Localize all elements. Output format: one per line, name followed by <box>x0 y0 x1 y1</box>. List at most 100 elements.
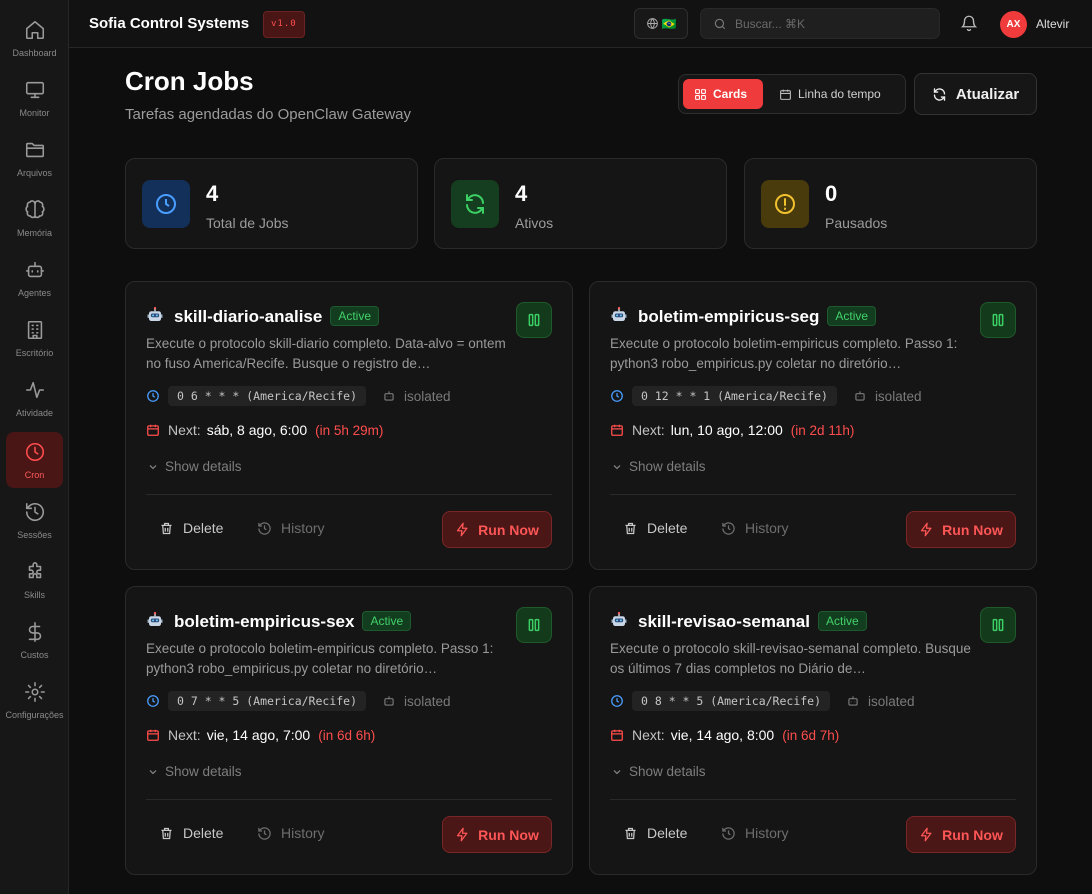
next-label: Next: <box>632 422 665 438</box>
pause-button[interactable] <box>980 607 1016 643</box>
history-icon <box>258 521 271 535</box>
show-details-toggle[interactable]: Show details <box>611 764 706 779</box>
next-run-relative: (in 6d 7h) <box>782 727 840 743</box>
show-details-toggle[interactable]: Show details <box>147 764 242 779</box>
calendar-icon <box>611 424 623 436</box>
next-run-relative: (in 5h 29m) <box>315 422 384 438</box>
sidebar-item-custos[interactable]: Custos <box>6 612 63 668</box>
job-card: skill-revisao-semanal Active Execute o pr… <box>589 586 1037 875</box>
session-label: isolated <box>868 693 915 709</box>
show-details-label: Show details <box>629 764 706 779</box>
history-button[interactable]: History <box>721 825 789 841</box>
sidebar-item-dashboard[interactable]: Dashboard <box>6 10 63 66</box>
delete-button[interactable]: Delete <box>623 520 687 536</box>
sidebar-item-arquivos[interactable]: Arquivos <box>6 130 63 186</box>
stat-value: 4 <box>515 181 528 206</box>
gear-icon <box>24 682 45 702</box>
bot-icon <box>25 261 44 278</box>
sidebar-item-agentes[interactable]: Agentes <box>6 250 63 306</box>
bell-icon[interactable] <box>960 14 978 32</box>
run-now-label: Run Now <box>942 826 1003 843</box>
sidebar-item-memoria[interactable]: Memória <box>6 190 63 246</box>
calendar-icon <box>780 89 791 100</box>
bot-icon <box>384 391 394 401</box>
avatar[interactable]: AX <box>1000 11 1027 38</box>
show-details-toggle[interactable]: Show details <box>611 459 706 474</box>
run-now-button[interactable]: Run Now <box>442 511 552 548</box>
divider <box>146 799 552 800</box>
history-button[interactable]: History <box>257 825 325 841</box>
robot-icon <box>147 307 163 321</box>
home-icon <box>25 20 44 40</box>
job-name-row: boletim-empiricus-seg Active <box>638 306 877 327</box>
globe-icon <box>646 18 658 29</box>
sidebar-item-skills[interactable]: Skills <box>6 552 63 608</box>
robot-icon <box>611 307 627 321</box>
pause-button[interactable] <box>980 302 1016 338</box>
calendar-icon <box>147 729 159 741</box>
run-now-label: Run Now <box>478 521 539 538</box>
job-card: skill-diario-analise Active Execute o pro… <box>125 281 573 570</box>
sidebar-item-cron[interactable]: Cron <box>6 432 63 488</box>
sidebar-item-atividade[interactable]: Atividade <box>6 370 63 426</box>
job-description: Execute o protocolo skill-revisao-semana… <box>610 641 971 676</box>
clock-icon <box>611 695 623 707</box>
next-label: Next: <box>632 727 665 743</box>
sidebar-item-label: Custos <box>20 650 49 660</box>
clock-icon <box>611 390 623 402</box>
trash-icon <box>161 522 172 534</box>
next-run-relative: (in 2d 11h) <box>790 422 855 438</box>
chevron-down-icon <box>149 464 157 469</box>
history-label: History <box>281 825 325 841</box>
pause-icon <box>528 313 540 327</box>
session-type: isolated <box>382 694 451 709</box>
divider <box>610 799 1016 800</box>
language-selector[interactable]: 🇧🇷 <box>634 8 688 39</box>
username[interactable]: Altevir <box>1036 17 1069 31</box>
sidebar-item-monitor[interactable]: Monitor <box>6 70 63 126</box>
show-details-label: Show details <box>629 459 706 474</box>
status-badge: Active <box>330 306 380 326</box>
view-cards-button[interactable]: Cards <box>683 79 763 109</box>
job-description: Execute o protocolo skill-diario complet… <box>146 336 506 371</box>
history-icon <box>722 521 735 535</box>
search-input[interactable] <box>735 16 925 31</box>
chevron-down-icon <box>613 769 621 774</box>
bot-icon <box>384 696 394 706</box>
history-button[interactable]: History <box>721 520 789 536</box>
cron-expression: 0 12 * * 1 (America/Recife) <box>632 386 837 406</box>
history-label: History <box>281 520 325 536</box>
sidebar-item-sessoes[interactable]: Sessões <box>6 492 63 548</box>
clock-icon <box>156 194 176 214</box>
show-details-toggle[interactable]: Show details <box>147 459 242 474</box>
pause-icon <box>992 618 1004 632</box>
job-name: boletim-empiricus-sex <box>174 612 355 631</box>
search-box[interactable] <box>700 8 940 39</box>
flag-brazil-icon: 🇧🇷 <box>661 16 677 31</box>
run-now-button[interactable]: Run Now <box>442 816 552 853</box>
pause-icon <box>528 618 540 632</box>
delete-button[interactable]: Delete <box>159 825 223 841</box>
grid-icon <box>695 88 706 100</box>
run-now-label: Run Now <box>942 521 1003 538</box>
view-timeline-button[interactable]: Linha do tempo <box>768 79 892 109</box>
folder-icon <box>25 142 44 158</box>
pause-button[interactable] <box>516 607 552 643</box>
search-icon <box>714 18 726 29</box>
pause-button[interactable] <box>516 302 552 338</box>
status-badge: Active <box>827 306 877 326</box>
delete-button[interactable]: Delete <box>623 825 687 841</box>
run-now-button[interactable]: Run Now <box>906 816 1016 853</box>
sidebar-item-escritorio[interactable]: Escritório <box>6 310 63 366</box>
delete-button[interactable]: Delete <box>159 520 223 536</box>
run-now-button[interactable]: Run Now <box>906 511 1016 548</box>
stat-label: Ativos <box>515 215 554 231</box>
refresh-button[interactable]: Atualizar <box>914 73 1037 115</box>
history-button[interactable]: History <box>257 520 325 536</box>
sidebar-item-label: Agentes <box>17 288 52 298</box>
schedule-row: 0 6 * * * (America/Recife) isolated <box>146 386 451 406</box>
refresh-icon <box>933 87 945 101</box>
sidebar-item-configuracoes[interactable]: Configurações <box>5 672 64 728</box>
delete-label: Delete <box>183 520 224 536</box>
version-badge: v1.0 <box>263 11 305 38</box>
